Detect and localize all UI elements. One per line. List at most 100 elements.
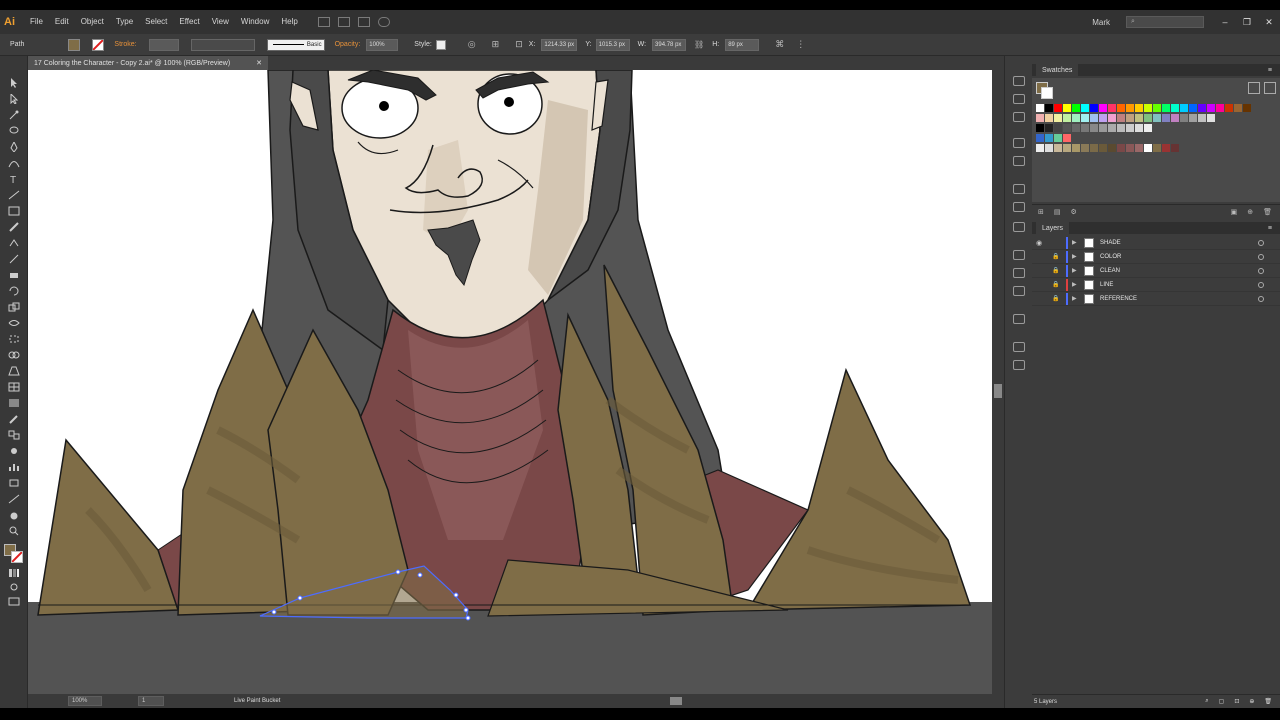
swatch[interactable] bbox=[1117, 124, 1125, 132]
swatch[interactable] bbox=[1099, 114, 1107, 122]
scale-tool-icon[interactable] bbox=[8, 302, 20, 312]
symbols-icon[interactable] bbox=[1013, 156, 1025, 166]
swatch[interactable] bbox=[1135, 124, 1143, 132]
transparency-icon[interactable] bbox=[1013, 222, 1025, 232]
swatch[interactable] bbox=[1126, 114, 1134, 122]
target-icon[interactable] bbox=[1258, 295, 1264, 302]
list-view-icon[interactable] bbox=[1248, 82, 1260, 94]
swatch[interactable] bbox=[1099, 124, 1107, 132]
menu-edit[interactable]: Edit bbox=[49, 10, 75, 34]
active-stroke-swatch[interactable] bbox=[1041, 87, 1053, 99]
lock-icon[interactable]: 🔒 bbox=[1052, 281, 1062, 288]
swatch[interactable] bbox=[1081, 114, 1089, 122]
swatch[interactable] bbox=[1090, 124, 1098, 132]
horizontal-scroll-thumb[interactable] bbox=[670, 697, 682, 705]
opacity-field[interactable]: 100% bbox=[366, 38, 399, 51]
shaper-tool-icon[interactable] bbox=[8, 238, 20, 248]
rectangle-tool-icon[interactable] bbox=[8, 206, 20, 216]
menu-help[interactable]: Help bbox=[275, 10, 303, 34]
swatch[interactable] bbox=[1054, 104, 1062, 112]
visibility-icon[interactable]: ◉ bbox=[1036, 239, 1046, 247]
new-layer-icon[interactable]: ⊕ bbox=[1249, 698, 1254, 705]
gradient-panel-icon[interactable] bbox=[1013, 202, 1025, 212]
swatch[interactable] bbox=[1036, 144, 1044, 152]
user-name[interactable]: Mark bbox=[1092, 18, 1110, 27]
swatch[interactable] bbox=[1162, 104, 1170, 112]
expand-arrow-icon[interactable]: ▶ bbox=[1072, 253, 1080, 260]
stock-icon[interactable] bbox=[337, 17, 350, 27]
minimize-icon[interactable]: – bbox=[1214, 17, 1236, 27]
swatch[interactable] bbox=[1108, 104, 1116, 112]
link-proportions-icon[interactable]: ⛓ bbox=[694, 40, 704, 49]
swatch[interactable] bbox=[1153, 114, 1161, 122]
type-tool-icon[interactable]: T bbox=[8, 174, 20, 186]
swatch[interactable] bbox=[1234, 104, 1242, 112]
swatch[interactable] bbox=[1090, 114, 1098, 122]
zoom-field[interactable]: 100% bbox=[68, 696, 102, 706]
swatch[interactable] bbox=[1207, 114, 1215, 122]
eyedropper-tool-icon[interactable] bbox=[8, 414, 20, 424]
w-field[interactable]: 394.78 px bbox=[652, 38, 687, 51]
swatch[interactable] bbox=[1072, 114, 1080, 122]
search-input[interactable]: ⌕ bbox=[1126, 16, 1204, 28]
new-color-group-icon[interactable]: ▣ bbox=[1231, 208, 1238, 216]
target-icon[interactable] bbox=[1258, 281, 1264, 288]
x-field[interactable]: 1214.33 px bbox=[541, 38, 578, 51]
layer-row-reference[interactable]: 🔒 ▶ REFERENCE bbox=[1032, 292, 1280, 306]
swatch[interactable] bbox=[1126, 124, 1134, 132]
swatch[interactable] bbox=[1045, 124, 1053, 132]
vertical-scrollbar[interactable] bbox=[992, 70, 1004, 694]
hand-tool-icon[interactable] bbox=[8, 510, 20, 520]
expand-arrow-icon[interactable]: ▶ bbox=[1072, 267, 1080, 274]
swatch[interactable] bbox=[1135, 104, 1143, 112]
swatch[interactable] bbox=[1081, 124, 1089, 132]
delete-swatch-icon[interactable]: 🗑 bbox=[1263, 208, 1272, 216]
new-swatch-icon[interactable]: ⊕ bbox=[1247, 208, 1253, 216]
stroke-color-box[interactable] bbox=[11, 551, 23, 563]
swatch[interactable] bbox=[1180, 114, 1188, 122]
swatch[interactable] bbox=[1063, 114, 1071, 122]
swatch[interactable] bbox=[1054, 124, 1062, 132]
swatch[interactable] bbox=[1135, 114, 1143, 122]
pen-tool-icon[interactable] bbox=[8, 140, 20, 153]
transform-icon[interactable]: ⊡ bbox=[515, 39, 523, 50]
swatch[interactable] bbox=[1135, 144, 1143, 152]
swatch[interactable] bbox=[1144, 104, 1152, 112]
locate-object-icon[interactable]: ⌕ bbox=[1205, 698, 1208, 705]
opacity-label[interactable]: Opacity: bbox=[335, 41, 361, 48]
swatch[interactable] bbox=[1126, 104, 1134, 112]
appearance-icon[interactable] bbox=[1013, 250, 1025, 260]
artboards-icon[interactable] bbox=[1013, 314, 1025, 324]
swatch[interactable] bbox=[1036, 114, 1044, 122]
swatch[interactable] bbox=[1162, 114, 1170, 122]
menu-effect[interactable]: Effect bbox=[173, 10, 205, 34]
swatch[interactable] bbox=[1090, 104, 1098, 112]
graphic-style-swatch[interactable] bbox=[435, 39, 446, 50]
target-icon[interactable] bbox=[1258, 267, 1264, 274]
control-menu-icon[interactable]: ⋮ bbox=[796, 39, 805, 50]
menu-type[interactable]: Type bbox=[110, 10, 139, 34]
swatch[interactable] bbox=[1117, 104, 1125, 112]
paintbrush-tool-icon[interactable] bbox=[8, 222, 20, 232]
swatch[interactable] bbox=[1063, 104, 1071, 112]
layer-row-shade[interactable]: ◉ ▶ SHADE bbox=[1032, 236, 1280, 250]
swatch[interactable] bbox=[1063, 134, 1071, 142]
symbol-sprayer-tool-icon[interactable] bbox=[8, 446, 20, 456]
menu-object[interactable]: Object bbox=[75, 10, 110, 34]
arrange-documents-icon[interactable] bbox=[357, 17, 370, 27]
lock-icon[interactable]: 🔒 bbox=[1052, 253, 1062, 260]
menu-window[interactable]: Window bbox=[235, 10, 275, 34]
eraser-tool-icon[interactable] bbox=[8, 270, 20, 280]
color-panel-icon[interactable] bbox=[1013, 76, 1025, 86]
show-kinds-icon[interactable]: ▤ bbox=[1054, 208, 1061, 216]
swatch[interactable] bbox=[1072, 104, 1080, 112]
swatch[interactable] bbox=[1153, 104, 1161, 112]
align-icon[interactable]: ⊞ bbox=[492, 39, 500, 50]
make-clipping-mask-icon[interactable]: ▢ bbox=[1219, 698, 1225, 705]
restore-icon[interactable]: ❐ bbox=[1236, 17, 1258, 28]
blend-tool-icon[interactable] bbox=[8, 430, 20, 440]
document-tab[interactable]: 17 Coloring the Character - Copy 2.ai* @… bbox=[28, 56, 268, 70]
swatch[interactable] bbox=[1180, 104, 1188, 112]
swatch[interactable] bbox=[1036, 124, 1044, 132]
close-icon[interactable]: ✕ bbox=[1258, 17, 1280, 28]
